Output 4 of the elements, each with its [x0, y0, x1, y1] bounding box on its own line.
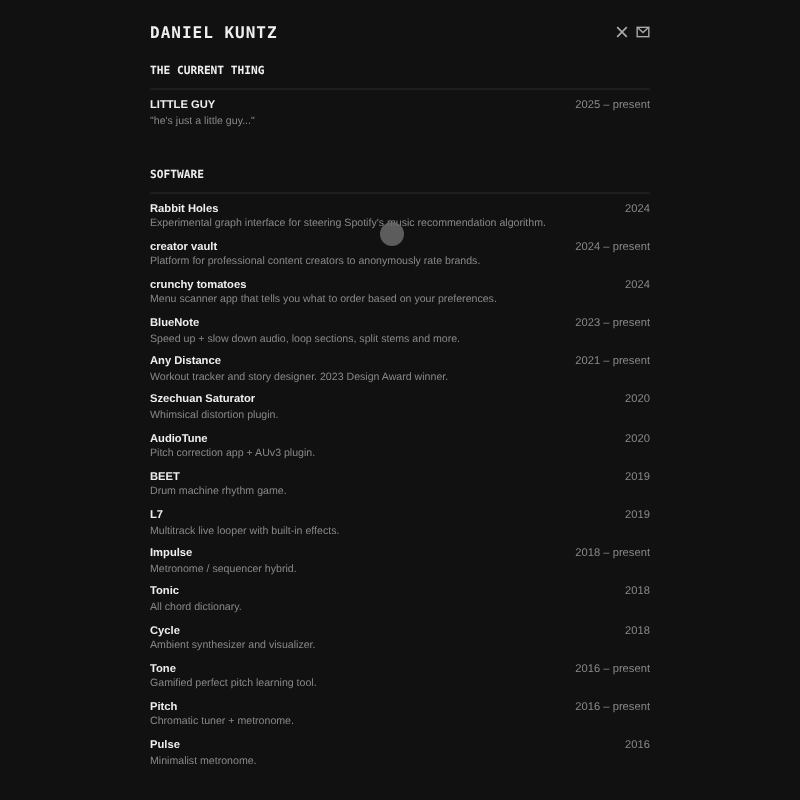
cursor-icon — [380, 222, 404, 246]
site-title[interactable]: DANIEL KUNTZ — [150, 23, 278, 41]
mail-icon[interactable] — [636, 26, 650, 38]
x-logo-icon[interactable] — [616, 26, 628, 38]
